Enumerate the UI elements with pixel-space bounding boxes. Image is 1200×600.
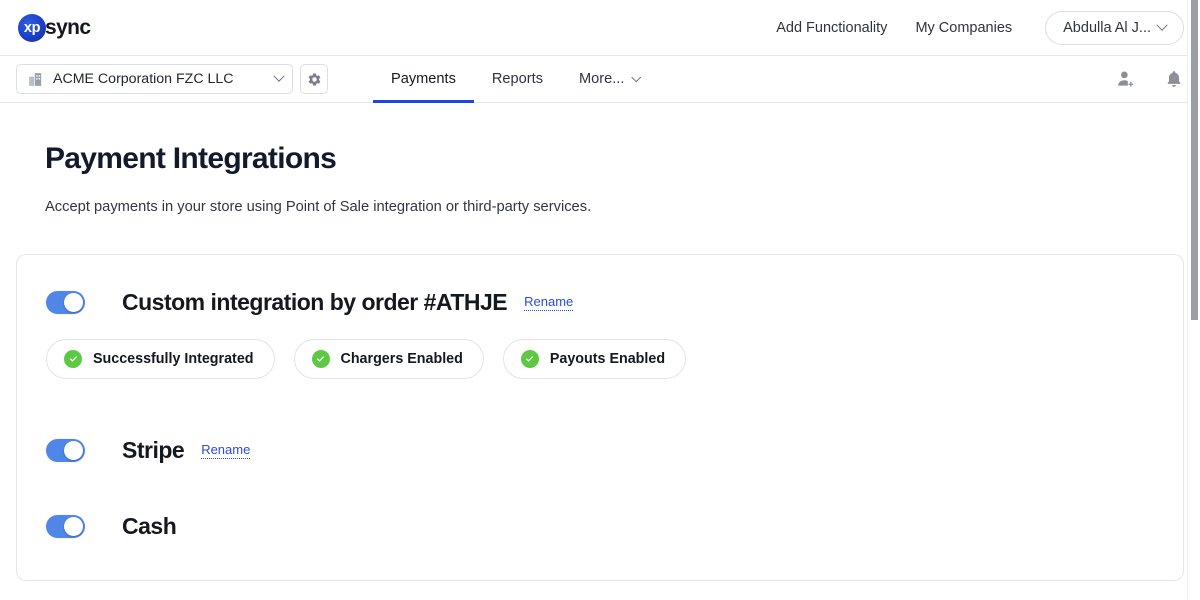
toggle-knob — [64, 517, 83, 536]
integrations-card: Custom integration by order #ATHJE Renam… — [16, 254, 1184, 581]
status-badge-label: Successfully Integrated — [93, 351, 254, 367]
page-body: Payment Integrations Accept payments in … — [0, 142, 1200, 581]
integration-item: Custom integration by order #ATHJE Renam… — [46, 289, 1154, 379]
company-selector[interactable]: ACME Corporation FZC LLC — [16, 64, 293, 94]
tab-more[interactable]: More... — [561, 56, 657, 103]
rename-link[interactable]: Rename — [524, 294, 574, 311]
notifications-bell-icon — [1167, 71, 1181, 87]
integration-status-badges: Successfully Integrated Chargers Enabled… — [46, 339, 1154, 379]
integration-header: Stripe Rename — [46, 437, 1154, 464]
check-circle-icon — [311, 350, 330, 368]
sub-bar-actions — [1116, 69, 1184, 89]
company-settings-button[interactable] — [300, 64, 328, 94]
integration-name: Stripe — [122, 437, 185, 463]
check-circle-icon — [520, 350, 539, 368]
status-badge: Successfully Integrated — [46, 339, 275, 379]
page-subtitle: Accept payments in your store using Poin… — [45, 199, 592, 215]
chevron-down-icon — [273, 70, 285, 82]
integration-header: Cash — [46, 513, 1154, 540]
tab-more-label: More... — [579, 71, 625, 87]
integration-toggle[interactable] — [46, 291, 85, 314]
integration-toggle[interactable] — [46, 439, 85, 462]
user-account-dropdown[interactable]: Abdulla Al J... — [1045, 11, 1184, 45]
toggle-knob — [64, 293, 83, 312]
logo-mark-icon: xp — [18, 13, 46, 42]
chevron-down-icon — [1156, 19, 1168, 31]
chevron-down-icon — [631, 71, 642, 82]
toggle-knob — [64, 441, 83, 460]
section-tabs: Payments Reports More... — [373, 56, 657, 103]
status-badge: Chargers Enabled — [293, 339, 484, 379]
top-navigation: Add Functionality My Companies Abdulla A… — [762, 0, 1184, 56]
integration-item: Stripe Rename — [46, 437, 1154, 464]
vertical-scrollbar-track[interactable] — [1187, 0, 1200, 600]
logo-wordmark: sync — [45, 15, 91, 39]
page-title: Payment Integrations — [45, 142, 337, 175]
building-icon — [29, 72, 42, 86]
rename-link[interactable]: Rename — [201, 442, 251, 459]
top-bar: xp sync Add Functionality My Companies A… — [0, 0, 1200, 56]
sub-bar: ACME Corporation FZC LLC Payments Report… — [0, 56, 1200, 103]
app-logo[interactable]: xp sync — [18, 13, 91, 42]
integration-name: Cash — [122, 513, 177, 539]
vertical-scrollbar-thumb[interactable] — [1191, 0, 1198, 320]
add-user-icon — [1118, 71, 1134, 87]
add-user-button[interactable] — [1116, 69, 1136, 89]
status-badge: Payouts Enabled — [502, 339, 687, 379]
nav-add-functionality[interactable]: Add Functionality — [762, 14, 901, 42]
gear-icon — [308, 72, 320, 86]
user-account-label: Abdulla Al J... — [1063, 20, 1151, 36]
tab-reports[interactable]: Reports — [474, 56, 561, 103]
tab-payments-label: Payments — [391, 71, 456, 87]
integration-name: Custom integration by order #ATHJE — [122, 289, 508, 315]
tab-payments[interactable]: Payments — [373, 56, 474, 103]
notifications-button[interactable] — [1164, 69, 1184, 89]
integration-item: Cash — [46, 513, 1154, 540]
check-circle-icon — [64, 350, 82, 368]
company-name-label: ACME Corporation FZC LLC — [53, 71, 234, 87]
tab-reports-label: Reports — [491, 71, 543, 87]
status-badge-label: Payouts Enabled — [549, 351, 666, 367]
nav-my-companies[interactable]: My Companies — [901, 14, 1026, 42]
integration-toggle[interactable] — [46, 515, 85, 538]
status-badge-label: Chargers Enabled — [340, 351, 463, 367]
integration-header: Custom integration by order #ATHJE Renam… — [46, 289, 1154, 316]
